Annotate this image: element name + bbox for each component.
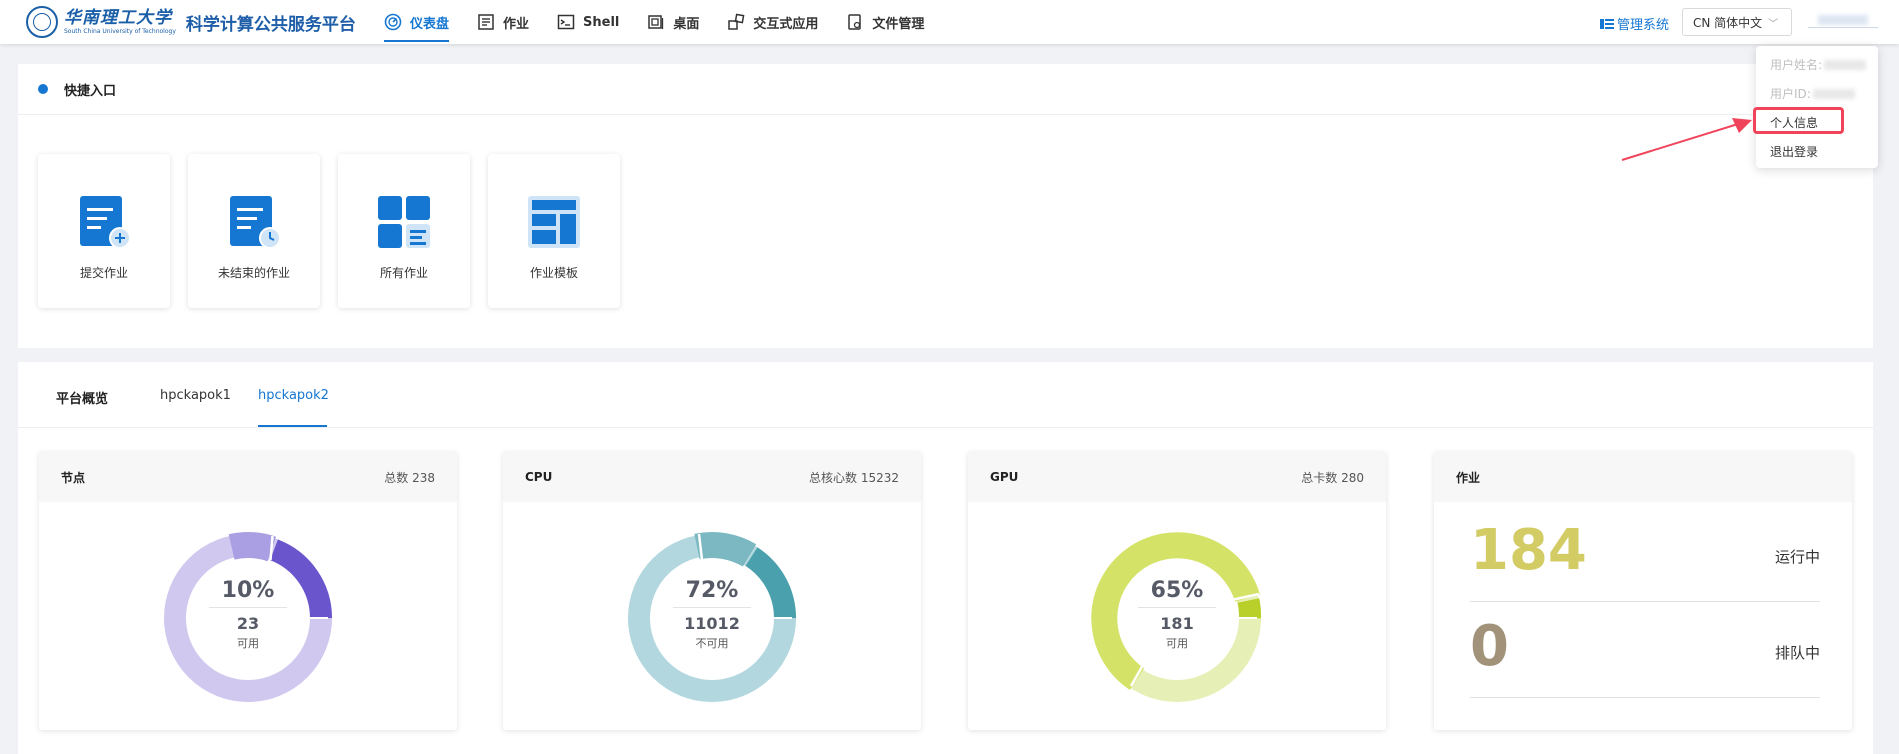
tile-label: 作业模板 [529,266,578,280]
quick-entry-card: 快捷入口 提交作业 未结束的作业 所有作业 作业模板 [18,64,1873,348]
nav-dashboard[interactable]: 仪表盘 [384,0,450,44]
gpu-percent: 65% [1150,578,1204,603]
nodes-count: 23 [236,614,260,633]
user-name-value-redacted [1824,59,1867,70]
nav-jobs[interactable]: 作业 [477,0,529,44]
jobs-title: 作业 [1456,470,1481,485]
grid-icon [1600,18,1614,29]
job-list-icon [478,14,494,30]
desktop-icon [648,15,664,29]
admin-system-label: 管理系统 [1617,18,1670,33]
job-template-icon [528,196,580,248]
all-jobs-icon [378,196,430,248]
nodes-total: 总数 238 [384,470,435,485]
nav-jobs-label: 作业 [503,16,530,32]
cluster-tabs: 平台概览 hpckapok1 hpckapok2 [18,362,1873,428]
jobs-queued-row: 0 排队中 [1470,606,1820,698]
divider [18,114,1873,115]
terminal-icon [557,14,575,30]
tile-submit-job[interactable]: 提交作业 [38,154,170,308]
jobs-running-count: 184 [1470,518,1587,583]
apps-icon [728,13,745,30]
user-id-label: 用户ID: [1770,87,1811,101]
running-jobs-icon [230,196,281,249]
file-icon [848,14,862,30]
user-id-row: 用户ID: [1770,85,1855,102]
gpu-stat-card: GPU 总卡数 280 65% 181 可用 [968,452,1386,730]
nav-shell[interactable]: Shell [557,0,619,44]
logo-english: South China University of Technology [64,28,176,35]
user-name-row: 用户姓名: [1770,56,1867,73]
nav-interactive-apps-label: 交互式应用 [753,16,819,32]
gpu-title: GPU [990,470,1019,484]
tab-hpckapok2[interactable]: hpckapok2 [258,388,329,403]
tile-job-template[interactable]: 作业模板 [488,154,620,308]
cpu-stat-card: CPU 总核心数 15232 72% 11012 不可用 [503,452,921,730]
user-id-value-redacted [1812,88,1855,99]
nav-file-manager-label: 文件管理 [872,16,925,32]
nodes-title: 节点 [61,470,86,485]
nav-interactive-apps[interactable]: 交互式应用 [727,0,818,44]
logout-label: 退出登录 [1770,145,1819,159]
jobs-running-label: 运行中 [1774,548,1820,566]
tile-all-jobs[interactable]: 所有作业 [338,154,470,308]
cpu-label: 不可用 [695,637,729,650]
nodes-stat-card: 节点 总数 238 10% 23 可用 [39,452,457,730]
user-name-redacted [1818,15,1868,25]
language-label: CN 简体中文 [1693,15,1763,30]
tab-hpckapok1[interactable]: hpckapok1 [160,388,231,403]
tile-label: 所有作业 [379,266,428,280]
nav-dashboard-label: 仪表盘 [410,16,450,32]
tile-label: 提交作业 [79,266,128,280]
dashboard-icon [384,13,402,31]
nodes-label: 可用 [237,637,259,650]
gpu-count: 181 [1160,614,1194,633]
annotation-arrow [1621,118,1752,161]
top-header: 华南理工大学 South China University of Technol… [0,0,1899,44]
gpu-total: 总卡数 280 [1301,470,1364,485]
nodes-percent: 10% [221,578,275,603]
platform-name: 科学计算公共服务平台 [185,14,356,35]
nav-file-manager[interactable]: 文件管理 [846,0,924,44]
language-select[interactable]: CN 简体中文 ﹀ [1682,8,1792,36]
gpu-label: 可用 [1166,637,1188,650]
platform-overview-card: 平台概览 hpckapok1 hpckapok2 节点 总数 238 10% 2… [18,362,1873,754]
cpu-percent: 72% [685,578,739,603]
quick-entry-title: 快捷入口 [64,84,117,99]
nav-shell-label: Shell [583,14,620,30]
chevron-down-icon: ﹀ [1768,18,1779,30]
university-seal-icon [26,6,58,38]
cpu-title: CPU [525,470,553,484]
logo-text: 华南理工大学 [64,8,172,28]
submit-job-icon [80,196,131,249]
main-nav: 仪表盘 作业 Shell 桌面 交互式应用 文件管理 [384,0,952,44]
tile-label: 未结束的作业 [217,266,290,280]
jobs-running-row: 184 运行中 [1470,510,1820,602]
cpu-total: 总核心数 15232 [809,470,899,485]
jobs-queued-label: 排队中 [1774,644,1820,662]
section-dot [38,84,48,94]
cpu-count: 11012 [684,614,740,633]
jobs-stat-card: 作业 184 运行中 0 排队中 [1434,452,1852,730]
nav-desktop[interactable]: 桌面 [647,0,699,44]
admin-system-link[interactable]: 管理系统 [1600,14,1669,33]
logout-menu-item[interactable]: 退出登录 [1770,143,1818,160]
tile-running-jobs[interactable]: 未结束的作业 [188,154,320,308]
nav-desktop-label: 桌面 [673,16,700,32]
university-logo[interactable]: 华南理工大学 South China University of Technol… [26,6,356,38]
active-tab-indicator [258,425,327,427]
highlight-box [1753,107,1844,134]
tab-platform-overview[interactable]: 平台概览 [56,388,108,407]
jobs-queued-count: 0 [1470,614,1509,679]
user-name-label: 用户姓名: [1770,58,1823,72]
